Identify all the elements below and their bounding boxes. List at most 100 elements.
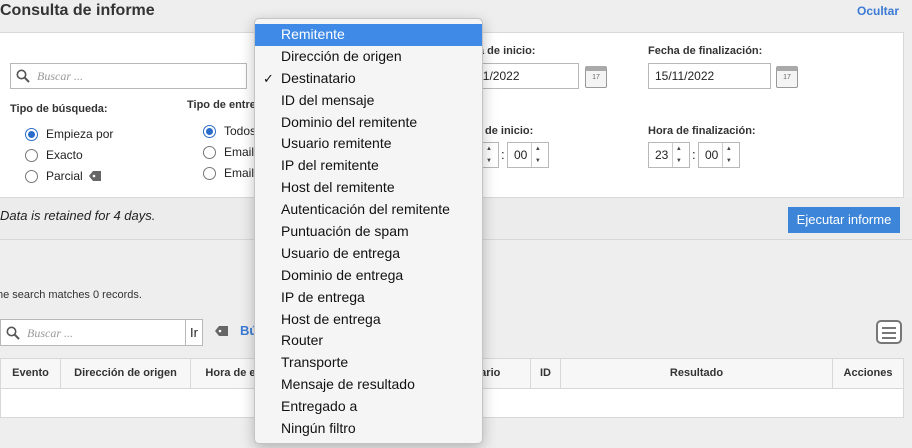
radio-label: Empieza por [46, 127, 114, 141]
start-date-field[interactable]: 11/2022 [470, 63, 579, 89]
dropdown-option[interactable]: Host de entrega [255, 309, 482, 331]
dropdown-option[interactable]: Mensaje de resultado [255, 374, 482, 396]
checkmark-icon: ✓ [263, 70, 274, 86]
end-minute-value: 00 [705, 148, 719, 162]
radio-label: Exacto [46, 148, 83, 162]
search-field-dropdown[interactable]: Remitente Dirección de origen ✓ Destinatari… [254, 18, 483, 444]
dropdown-option-label: Host del remitente [281, 179, 395, 196]
end-date-label: Fecha de finalización: [648, 45, 763, 57]
dropdown-option[interactable]: Puntuación de spam [255, 221, 482, 243]
radio-label: Email [224, 145, 255, 159]
search-icon [6, 326, 20, 340]
dropdown-option[interactable]: Entregado a [255, 396, 482, 418]
column-header[interactable]: Evento [1, 359, 61, 388]
time-separator: : [692, 147, 696, 162]
column-header[interactable]: Dirección de origen [61, 359, 191, 388]
radio-button[interactable] [203, 145, 216, 159]
dropdown-option[interactable]: IP del remitente [255, 155, 482, 177]
dropdown-option[interactable]: ID del mensaje [255, 90, 482, 112]
radio-button[interactable] [25, 148, 38, 162]
dropdown-option-label: Dominio de entrega [281, 266, 404, 283]
dropdown-option-label: Usuario remitente [281, 135, 392, 152]
search-input[interactable]: Buscar ... [10, 63, 247, 89]
search-type-label: Tipo de búsqueda: [10, 103, 108, 115]
radio-starts-with[interactable]: Empieza por [25, 127, 113, 141]
start-minute-value: 00 [514, 148, 528, 162]
matches-count: he search matches 0 records. [0, 289, 142, 301]
results-search-input[interactable]: Buscar ... [0, 319, 186, 346]
search-placeholder: Buscar ... [37, 69, 83, 83]
radio-email-2[interactable]: Email [203, 166, 254, 180]
dropdown-option[interactable]: Transporte [255, 352, 482, 374]
radio-button[interactable] [203, 166, 216, 180]
dropdown-option[interactable]: Dominio del remitente [255, 112, 482, 134]
tag-icon [88, 171, 101, 181]
dropdown-option-label: Host de entrega [281, 310, 381, 327]
run-report-button[interactable]: Ejecutar informe [788, 207, 900, 233]
search-placeholder: Buscar ... [27, 326, 73, 340]
dropdown-option-label: IP de entrega [281, 288, 365, 305]
dropdown-option-label: Dirección de origen [281, 47, 402, 64]
radio-label: Todos [224, 124, 257, 138]
dropdown-option-label: Ningún filtro [281, 420, 356, 437]
dropdown-option-label: Remitente [281, 26, 345, 42]
delivery-type-label: Tipo de entre [187, 99, 256, 111]
radio-label: Parcial [46, 169, 83, 183]
radio-button[interactable] [25, 169, 38, 183]
stepper-arrows[interactable]: ▲ ▼ [722, 143, 734, 167]
stepper-arrows[interactable]: ▲ ▼ [531, 143, 543, 167]
page-title: Consulta de informe [0, 2, 155, 19]
dropdown-option[interactable]: Ningún filtro [255, 418, 482, 440]
calendar-icon[interactable]: 17 [585, 66, 607, 88]
radio-all[interactable]: Todos [203, 124, 256, 138]
dropdown-option[interactable]: Host del remitente [255, 177, 482, 199]
dropdown-option[interactable]: Usuario remitente [255, 133, 482, 155]
dropdown-option-label: Mensaje de resultado [281, 376, 415, 393]
stepper-arrows[interactable]: ▲ ▼ [483, 143, 495, 167]
dropdown-option-label: Autenticación del remitente [281, 201, 450, 218]
start-hour-stepper[interactable]: ▲ ▼ [482, 142, 499, 168]
end-time-label: Hora de finalización: [648, 125, 756, 137]
dropdown-option-label: Router [281, 332, 324, 349]
start-date-label: a de inicio: [478, 45, 536, 57]
radio-email-1[interactable]: Email [203, 145, 254, 159]
retention-note: Data is retained for 4 days. [0, 208, 156, 223]
tag-icon[interactable] [215, 325, 229, 337]
end-minute-stepper[interactable]: 00 ▲ ▼ [698, 142, 740, 168]
hide-link[interactable]: Ocultar [857, 4, 899, 18]
search-icon [16, 69, 30, 83]
radio-button[interactable] [203, 124, 216, 138]
dropdown-option[interactable]: Dirección de origen [255, 46, 482, 68]
dropdown-option[interactable]: ✓ Destinatario [255, 68, 482, 90]
start-minute-stepper[interactable]: 00 ▲ ▼ [507, 142, 549, 168]
end-hour-stepper[interactable]: 23 ▲ ▼ [648, 142, 690, 168]
radio-button[interactable] [25, 127, 38, 141]
column-header[interactable]: ID [531, 359, 561, 388]
calendar-icon[interactable]: 17 [776, 66, 798, 88]
dropdown-option[interactable]: Autenticación del remitente [255, 199, 482, 221]
end-hour-value: 23 [655, 148, 669, 162]
stepper-arrows[interactable]: ▲ ▼ [672, 143, 684, 167]
dropdown-option[interactable]: IP de entrega [255, 287, 482, 309]
dropdown-option-label: Puntuación de spam [281, 223, 409, 240]
dropdown-option-label: IP del remitente [281, 157, 379, 174]
dropdown-option-label: Dominio del remitente [281, 113, 418, 130]
radio-exact[interactable]: Exacto [25, 148, 83, 162]
dropdown-option-label: Destinatario [281, 69, 356, 86]
end-date-field[interactable]: 15/11/2022 [648, 63, 771, 89]
dropdown-option-label: Entregado a [281, 398, 358, 415]
column-header[interactable]: Resultado [561, 359, 833, 388]
column-header[interactable]: Acciones [833, 359, 903, 388]
dropdown-option[interactable]: Usuario de entrega [255, 243, 482, 265]
radio-partial[interactable]: Parcial [25, 169, 102, 183]
start-time-label: de inicio: [485, 125, 534, 137]
dropdown-option-label: Transporte [281, 354, 349, 371]
dropdown-option-label: ID del mensaje [281, 91, 375, 108]
radio-label: Email [224, 166, 255, 180]
dropdown-option[interactable]: Remitente [255, 24, 482, 46]
dropdown-option[interactable]: Dominio de entrega [255, 265, 482, 287]
dropdown-option[interactable]: Router [255, 330, 482, 352]
column-list-icon[interactable] [876, 320, 902, 344]
dropdown-option-label: Usuario de entrega [281, 244, 401, 261]
go-button[interactable]: Ir [185, 319, 203, 346]
